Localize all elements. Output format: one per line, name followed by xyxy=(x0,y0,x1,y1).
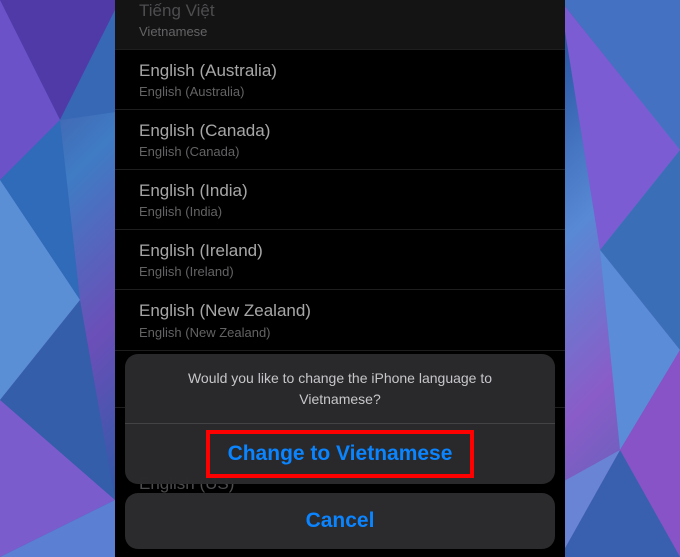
confirm-change-language-button[interactable]: Change to Vietnamese xyxy=(125,424,555,484)
language-subtitle: English (Canada) xyxy=(139,144,541,159)
language-title: Tiếng Việt xyxy=(139,0,541,22)
language-row[interactable]: Tiếng Việt Vietnamese xyxy=(115,0,565,50)
cancel-button-label: Cancel xyxy=(306,509,375,532)
action-sheet: Would you like to change the iPhone lang… xyxy=(125,354,555,557)
language-title: English (New Zealand) xyxy=(139,300,541,322)
cancel-button[interactable]: Cancel xyxy=(125,493,555,549)
action-sheet-message: Would you like to change the iPhone lang… xyxy=(125,354,555,424)
action-sheet-group: Would you like to change the iPhone lang… xyxy=(125,354,555,484)
confirm-change-language-label: Change to Vietnamese xyxy=(220,440,461,468)
phone-screen: Tiếng Việt Vietnamese English (Australia… xyxy=(115,0,565,557)
language-title: English (Canada) xyxy=(139,120,541,142)
language-title: English (Australia) xyxy=(139,60,541,82)
language-row[interactable]: English (New Zealand) English (New Zeala… xyxy=(115,290,565,350)
language-subtitle: Vietnamese xyxy=(139,24,541,39)
language-row[interactable]: English (Canada) English (Canada) xyxy=(115,110,565,170)
language-row[interactable]: English (Australia) English (Australia) xyxy=(115,50,565,110)
language-subtitle: English (India) xyxy=(139,204,541,219)
language-subtitle: English (Australia) xyxy=(139,84,541,99)
language-subtitle: English (Ireland) xyxy=(139,264,541,279)
language-title: English (Ireland) xyxy=(139,240,541,262)
language-title: English (India) xyxy=(139,180,541,202)
language-row[interactable]: English (India) English (India) xyxy=(115,170,565,230)
language-row[interactable]: English (Ireland) English (Ireland) xyxy=(115,230,565,290)
language-subtitle: English (New Zealand) xyxy=(139,325,541,340)
